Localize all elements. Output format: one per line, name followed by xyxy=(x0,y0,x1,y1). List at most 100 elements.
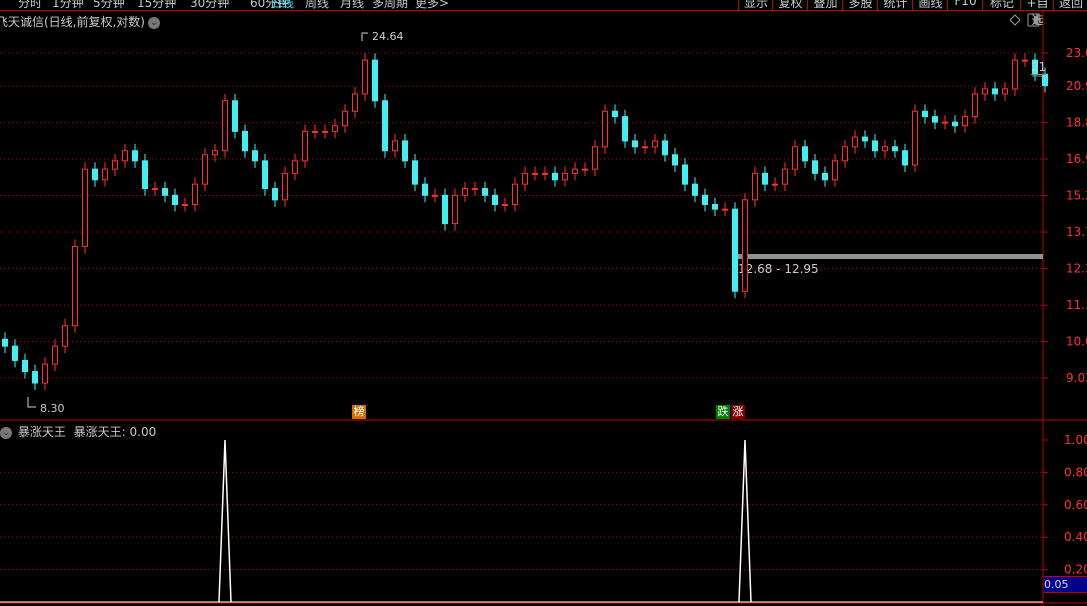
candle-body xyxy=(962,116,968,127)
candle xyxy=(592,139,598,177)
candle-body xyxy=(152,188,158,191)
candle xyxy=(822,166,828,187)
candle xyxy=(542,166,548,181)
candle xyxy=(162,181,168,203)
candle xyxy=(342,104,348,133)
candle-body xyxy=(712,203,718,210)
candle-body xyxy=(142,160,148,190)
low-label: 8.30 xyxy=(40,402,65,415)
candle-body xyxy=(732,208,738,292)
panel-toggle-icon-fill xyxy=(1034,16,1038,24)
candle-body xyxy=(912,110,918,166)
candle-body xyxy=(332,125,338,132)
candle xyxy=(92,162,98,187)
candle xyxy=(732,202,738,299)
candle xyxy=(12,339,18,368)
price-chart[interactable]: 23.07 20.97 18.87 16.99 15.29 13.76 12.38 11.14… xyxy=(0,0,1087,606)
candle xyxy=(722,202,728,217)
candle-body xyxy=(112,160,118,170)
candle-body xyxy=(232,100,238,132)
candle xyxy=(432,188,438,203)
candle-body xyxy=(202,154,208,185)
candle-body xyxy=(502,203,508,206)
candle xyxy=(22,353,28,379)
candle-body xyxy=(212,150,218,156)
candle xyxy=(262,153,268,196)
candle-body xyxy=(542,172,548,175)
candle-body xyxy=(272,188,278,201)
candle-body xyxy=(352,93,358,112)
candle xyxy=(142,153,148,196)
candle-body xyxy=(172,194,178,205)
chevron-down-icon[interactable]: ⌄ xyxy=(0,426,12,439)
candle xyxy=(52,339,58,372)
candle-body xyxy=(22,359,28,373)
candle xyxy=(772,177,778,192)
last-price-tag: 21 xyxy=(1031,60,1047,75)
candle xyxy=(872,134,878,158)
candle-body xyxy=(982,88,988,95)
y-tick-label: 16.99 xyxy=(1066,152,1087,166)
marker-bang[interactable]: 榜 xyxy=(352,405,366,419)
candle xyxy=(712,197,718,217)
candle-body xyxy=(342,110,348,127)
candle xyxy=(902,143,908,172)
candle xyxy=(802,139,808,168)
candle xyxy=(312,124,318,139)
candle xyxy=(102,162,108,187)
candle-body xyxy=(972,93,978,118)
candle-body xyxy=(262,160,268,190)
candle-body xyxy=(702,194,708,205)
indicator-tick-label: 0.40 xyxy=(1064,530,1087,544)
candle xyxy=(1002,82,1008,101)
candle-body xyxy=(562,172,568,181)
candle xyxy=(582,162,588,177)
indicator-value: 暴涨天王: 0.00 xyxy=(73,425,157,439)
candle-body xyxy=(582,168,588,171)
y-tick-label: 20.97 xyxy=(1066,79,1087,93)
candle xyxy=(612,104,618,124)
marker-die[interactable]: 跌 xyxy=(716,405,730,419)
candle-body xyxy=(472,188,478,191)
candle xyxy=(232,93,238,139)
candle xyxy=(172,188,178,212)
candle xyxy=(192,177,198,212)
candle-body xyxy=(62,325,68,347)
candle-body xyxy=(772,183,778,186)
candle xyxy=(652,134,658,154)
candle xyxy=(62,318,68,354)
candle-body xyxy=(952,121,958,127)
candle xyxy=(302,124,308,168)
candle-body xyxy=(92,168,98,181)
gap-label: 12.68 - 12.95 xyxy=(738,262,819,276)
candle-body xyxy=(1012,59,1018,90)
candle xyxy=(1022,53,1028,68)
candle-body xyxy=(652,140,658,148)
candle-body xyxy=(842,146,848,162)
candle-body xyxy=(12,345,18,361)
candle-body xyxy=(292,160,298,174)
candle xyxy=(992,82,998,101)
candle xyxy=(82,162,88,254)
candle xyxy=(282,166,288,207)
candle-body xyxy=(752,172,758,201)
candle xyxy=(392,134,398,158)
candle-body xyxy=(492,194,498,205)
candle-body xyxy=(942,121,948,124)
candle-body xyxy=(242,130,248,152)
candle xyxy=(672,147,678,172)
y-tick-label: 11.14 xyxy=(1066,298,1087,312)
candle-body xyxy=(462,188,468,196)
marker-zhang[interactable]: 涨 xyxy=(731,405,745,419)
candle-body xyxy=(992,88,998,95)
candle xyxy=(972,87,978,124)
candle-body xyxy=(42,363,48,384)
candle xyxy=(1012,53,1018,96)
indicator-tick-label: 0.80 xyxy=(1064,465,1087,479)
indicator-name: 暴涨天王 xyxy=(17,425,66,439)
candle-body xyxy=(422,183,428,196)
candle xyxy=(332,118,338,139)
candle xyxy=(492,188,498,212)
candle-body xyxy=(1002,88,1008,95)
candle xyxy=(2,332,8,354)
